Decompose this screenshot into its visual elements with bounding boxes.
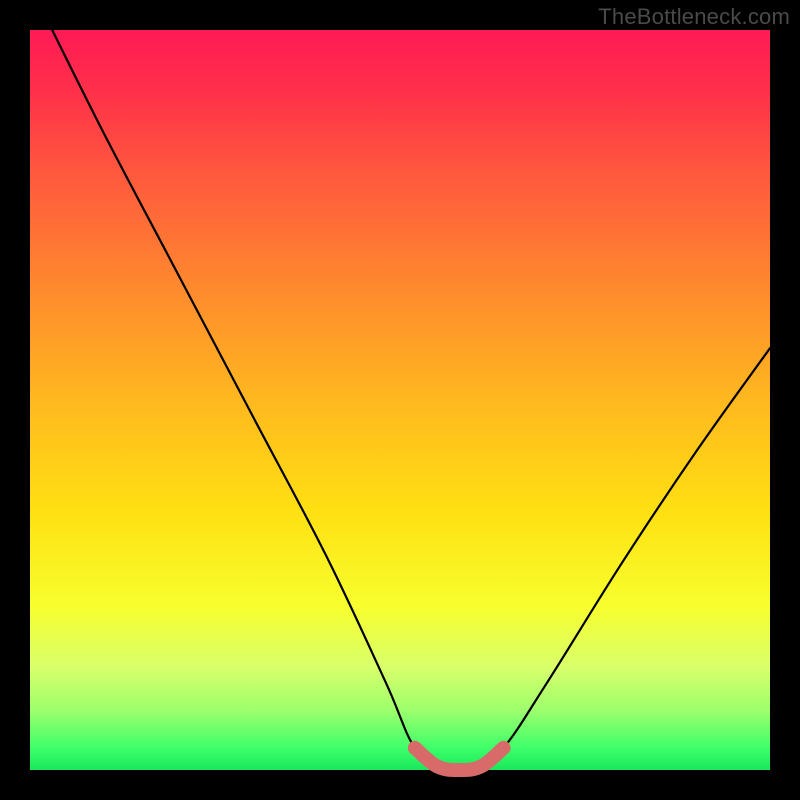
trough-highlight xyxy=(415,748,504,770)
bottleneck-curve xyxy=(52,30,770,772)
curve-layer xyxy=(30,30,770,770)
watermark-text: TheBottleneck.com xyxy=(598,4,790,30)
chart-frame: TheBottleneck.com xyxy=(0,0,800,800)
